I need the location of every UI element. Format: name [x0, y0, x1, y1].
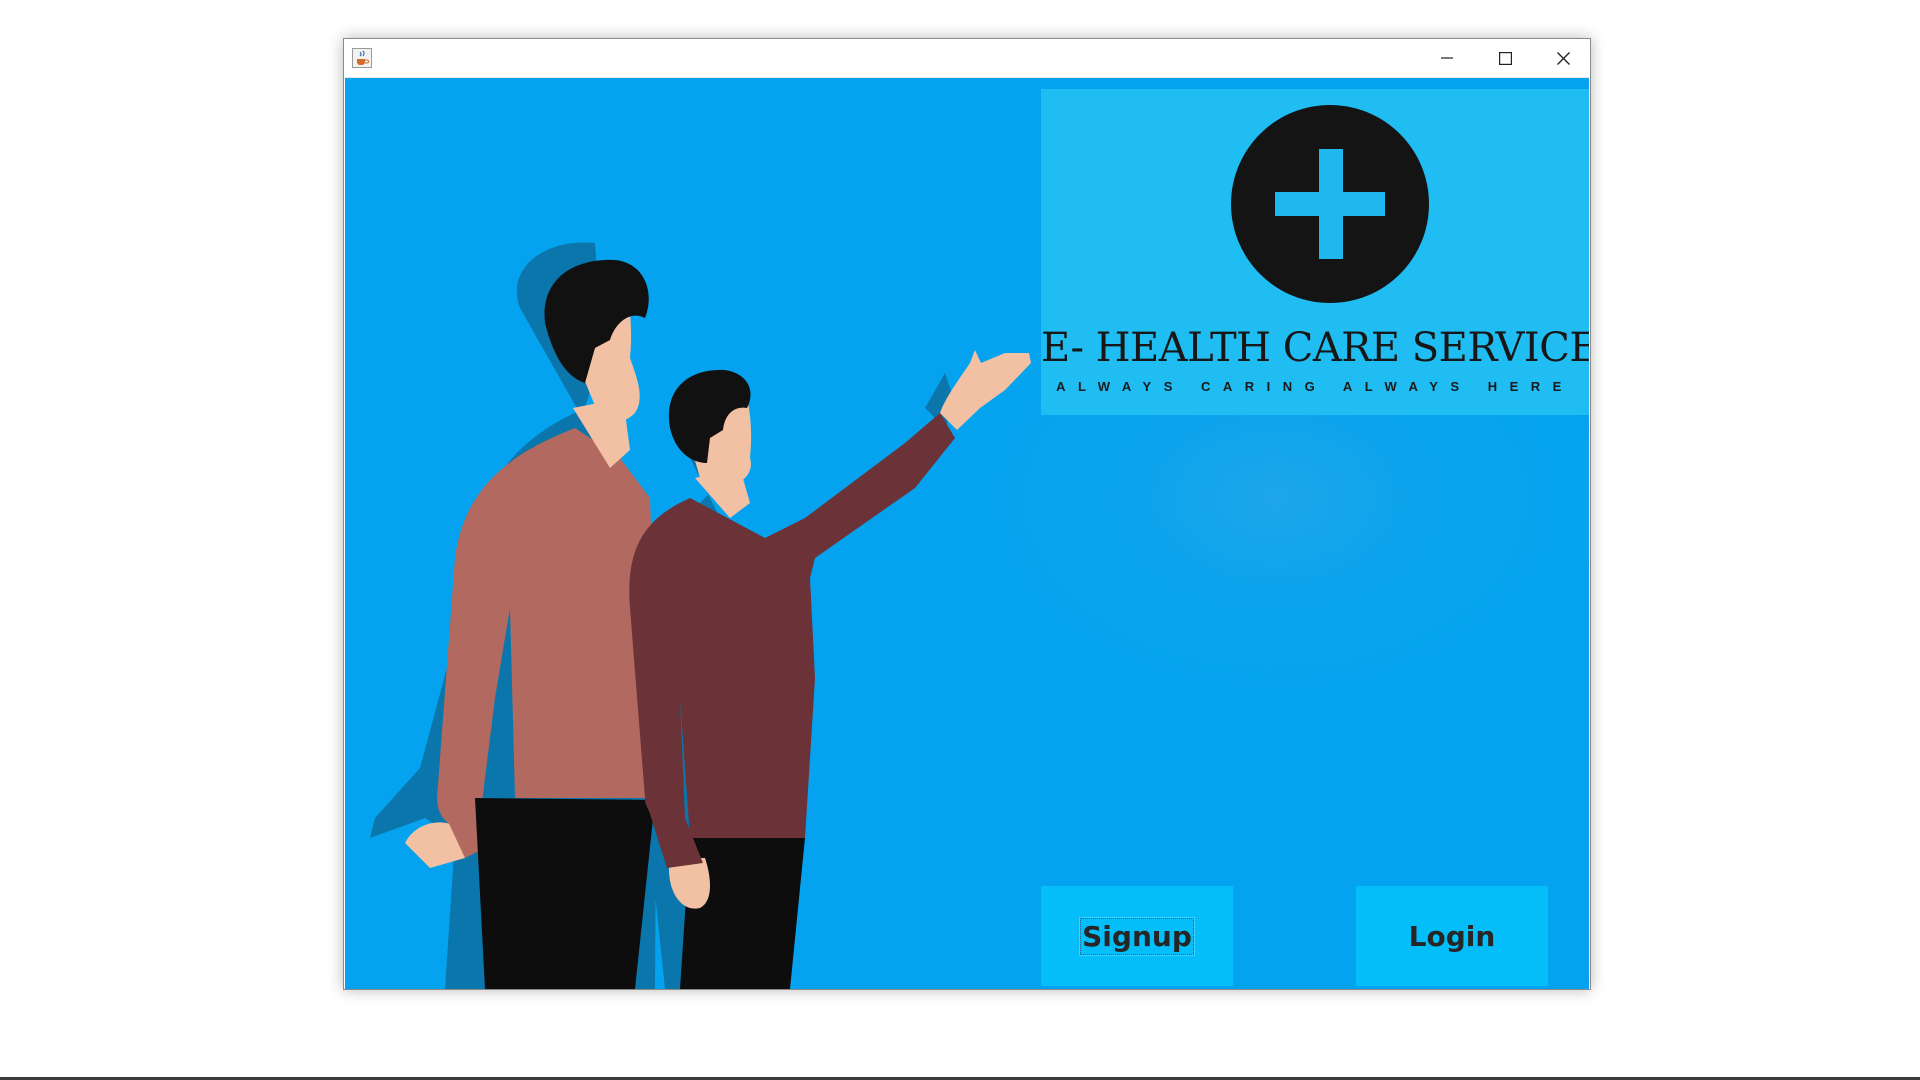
login-button[interactable]: Login	[1356, 886, 1548, 986]
minimize-icon	[1441, 57, 1453, 59]
login-button-label: Login	[1408, 919, 1496, 953]
brand-panel: E- HEALTH CARE SERVICES ALWAYS CARING AL…	[1041, 89, 1589, 415]
brand-title: E- HEALTH CARE SERVICES	[1041, 325, 1589, 371]
title-bar[interactable]	[344, 39, 1590, 78]
java-cup-icon	[352, 48, 372, 68]
brand-tagline: ALWAYS CARING ALWAYS HERE	[1056, 379, 1574, 394]
signup-button-label: Signup	[1079, 916, 1195, 956]
maximize-button[interactable]	[1476, 39, 1534, 77]
two-men-pointing-illustration	[370, 242, 1031, 989]
medical-cross-icon	[1231, 105, 1429, 303]
close-icon	[1556, 51, 1570, 65]
close-button[interactable]	[1534, 39, 1592, 77]
signup-button[interactable]: Signup	[1041, 886, 1233, 986]
app-window: E- HEALTH CARE SERVICES ALWAYS CARING AL…	[343, 38, 1591, 990]
main-content: E- HEALTH CARE SERVICES ALWAYS CARING AL…	[345, 78, 1589, 989]
maximize-icon	[1498, 51, 1512, 65]
minimize-button[interactable]	[1418, 39, 1476, 77]
